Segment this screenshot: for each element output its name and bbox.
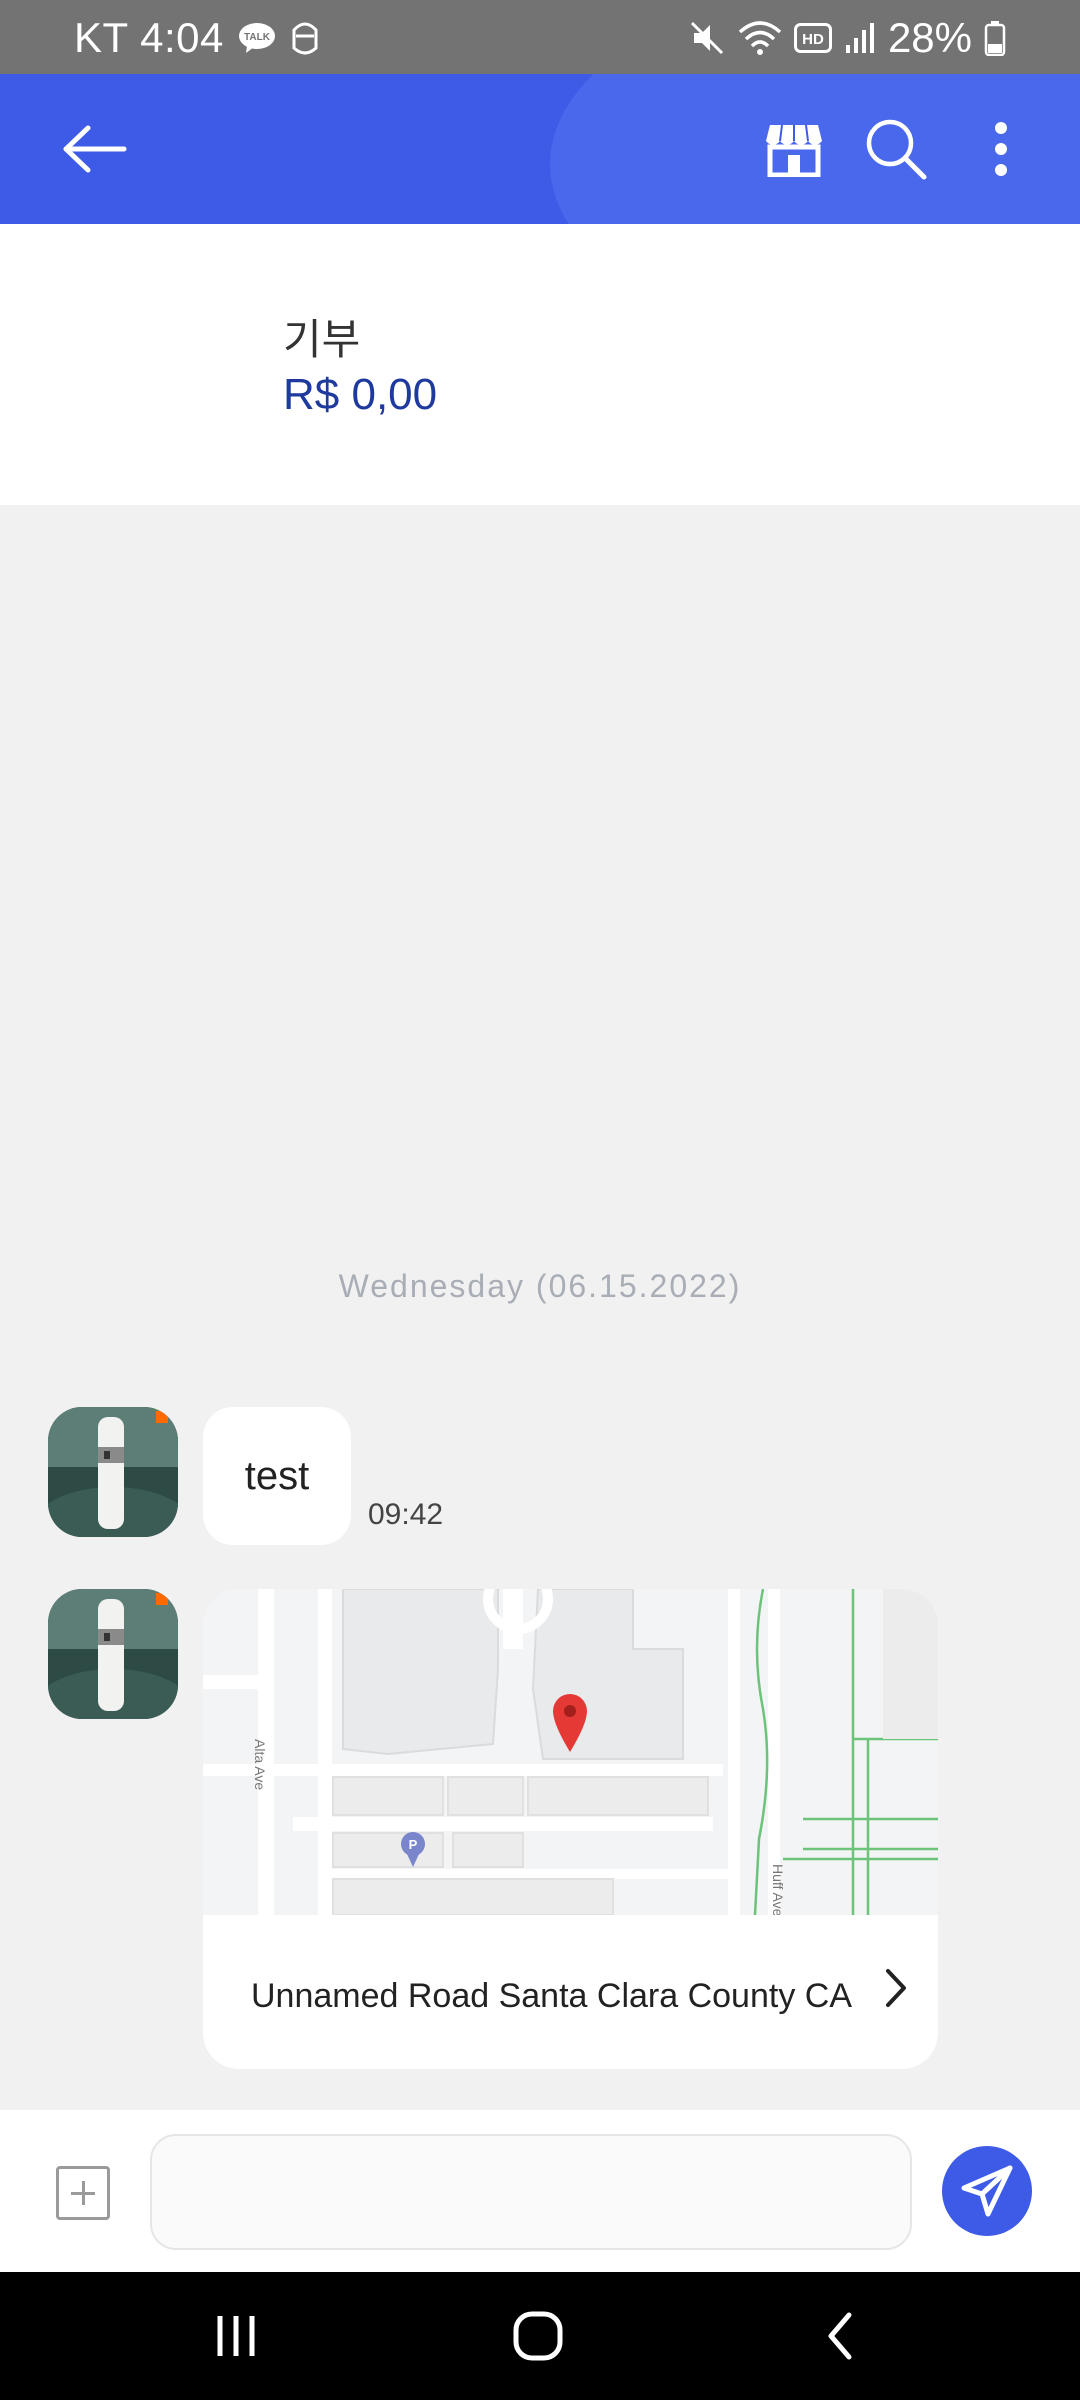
- message-composer: [0, 2110, 1080, 2272]
- hd-label: HD: [802, 31, 824, 48]
- status-bar: KT 4:04 TALK HD 28%: [0, 0, 1080, 74]
- signal-icon: [844, 21, 876, 55]
- chat-area[interactable]: Wednesday (06.15.2022) test 09:42 Alta A…: [0, 505, 1080, 2110]
- map-street-label: Alta Ave: [252, 1739, 268, 1790]
- send-icon: [961, 2165, 1013, 2217]
- mute-icon: [688, 19, 726, 57]
- arrow-left-icon: [63, 125, 127, 173]
- send-button[interactable]: [942, 2146, 1032, 2236]
- recents-button[interactable]: [156, 2272, 316, 2400]
- status-right: HD 28%: [688, 14, 1006, 62]
- store-icon: [766, 124, 822, 177]
- system-nav-bar: [0, 2272, 1080, 2400]
- message-bubble[interactable]: test: [203, 1407, 351, 1545]
- battery-icon: [984, 20, 1006, 56]
- battery-percent: 28%: [887, 14, 972, 61]
- back-nav-button[interactable]: [760, 2272, 920, 2400]
- home-button[interactable]: [458, 2272, 618, 2400]
- plus-square-icon[interactable]: [56, 2166, 110, 2220]
- notification-icon: [290, 20, 320, 56]
- parking-label: P: [409, 1837, 418, 1852]
- map-preview[interactable]: Alta Ave Huff Ave P: [203, 1589, 938, 1915]
- chevron-right-icon[interactable]: [884, 1967, 908, 2014]
- more-options-button[interactable]: [966, 74, 1036, 224]
- search-button[interactable]: [860, 74, 932, 224]
- app-bar: [0, 74, 1080, 224]
- map-street-label: Huff Ave: [770, 1864, 786, 1915]
- donation-info-panel: 기부 R$ 0,00: [0, 224, 1080, 505]
- hd-icon: HD: [793, 23, 832, 53]
- back-icon: [828, 2312, 852, 2360]
- message-time: 09:42: [368, 1498, 444, 1531]
- status-left: KT 4:04 TALK: [74, 14, 320, 62]
- more-vertical-icon: [995, 122, 1007, 176]
- message-input[interactable]: [150, 2134, 912, 2250]
- message-text: test: [244, 1453, 310, 1498]
- back-button[interactable]: [40, 74, 150, 224]
- home-icon: [513, 2311, 563, 2361]
- donation-amount: R$ 0,00: [283, 370, 438, 419]
- avatar[interactable]: [48, 1589, 178, 1719]
- kakaotalk-icon: TALK: [238, 21, 276, 55]
- store-button[interactable]: [758, 74, 830, 224]
- carrier-time: KT 4:04: [74, 14, 224, 61]
- search-icon: [866, 119, 927, 180]
- donation-title: 기부: [283, 316, 361, 363]
- avatar[interactable]: [48, 1407, 178, 1537]
- date-separator: Wednesday (06.15.2022): [338, 1268, 742, 1304]
- wifi-icon: [738, 20, 782, 56]
- recents-icon: [217, 2316, 255, 2356]
- talk-badge-text: TALK: [244, 32, 271, 43]
- location-message-card[interactable]: Alta Ave Huff Ave P Unnamed Road Santa C…: [203, 1589, 938, 2069]
- location-address: Unnamed Road Santa Clara County CA: [251, 1977, 852, 2015]
